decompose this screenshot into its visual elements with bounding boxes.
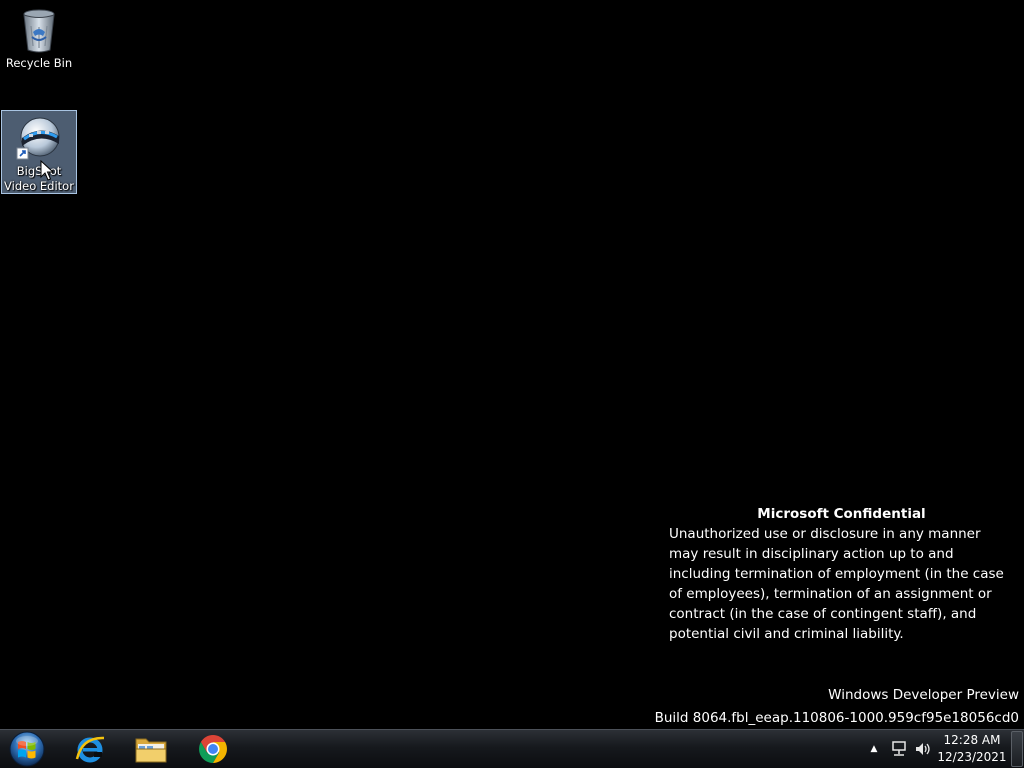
recycle-bin-icon (15, 6, 63, 54)
show-hidden-icons-button[interactable]: ▲ (866, 730, 882, 768)
clock-date: 12/23/2021 (937, 750, 1007, 764)
bigshot-video-editor-icon (15, 114, 63, 162)
network-tray-button[interactable] (888, 730, 910, 768)
desktop[interactable]: Recycle Bin BigShot Video Editor Microso… (0, 0, 1024, 729)
taskbar-internet-explorer[interactable] (67, 732, 113, 766)
build-string: Build 8064.fbl_eeap.110806-1000.959cf95e… (654, 710, 1019, 726)
desktop-icon-label: Recycle Bin (5, 56, 73, 70)
chevron-up-icon: ▲ (870, 744, 878, 754)
build-info: Windows Developer Preview Build 8064.fbl… (655, 684, 1019, 730)
edition-label: Windows Developer Preview (828, 687, 1019, 703)
volume-icon (916, 743, 930, 755)
desktop-icon-label: BigShot Video Editor (4, 164, 74, 193)
taskbar: ▲ 12:28 AM 12/23/2021 (0, 729, 1024, 768)
mouse-cursor-icon (40, 160, 54, 181)
chrome-icon (199, 735, 227, 763)
show-desktop-button[interactable] (1011, 731, 1023, 767)
file-explorer-folder-icon (135, 738, 167, 763)
clock-time: 12:28 AM (943, 733, 1001, 747)
taskbar-clock[interactable]: 12:28 AM 12/23/2021 (936, 732, 1008, 766)
desktop-icon-bigshot-video-editor[interactable]: BigShot Video Editor (1, 110, 77, 194)
internet-explorer-icon (75, 736, 105, 763)
network-icon (892, 741, 906, 756)
desktop-icon-recycle-bin[interactable]: Recycle Bin (1, 3, 77, 75)
watermark-title: Microsoft Confidential (757, 506, 926, 522)
start-button[interactable] (3, 731, 51, 767)
confidential-watermark: Microsoft Confidential Unauthorized use … (669, 504, 1014, 644)
taskbar-windows-explorer[interactable] (128, 732, 174, 766)
taskbar-google-chrome[interactable] (190, 732, 236, 766)
windows-start-orb-icon (9, 731, 45, 767)
volume-tray-button[interactable] (912, 730, 934, 768)
watermark-body: Unauthorized use or disclosure in any ma… (669, 526, 1004, 642)
